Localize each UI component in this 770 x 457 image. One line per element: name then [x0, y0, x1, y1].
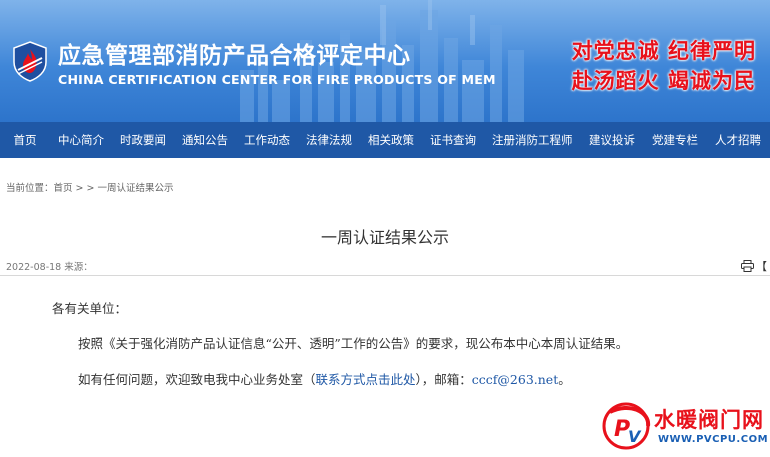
nav-item-party[interactable]: 党建专栏: [644, 122, 706, 158]
print-label: 【: [756, 260, 767, 273]
watermark-text: 水暖阀门网: [654, 408, 764, 432]
slogan-line-1: 对党忠诚 纪律严明: [571, 39, 756, 63]
nav-item-certificate-query[interactable]: 证书查询: [422, 122, 484, 158]
nav-item-news[interactable]: 时政要闻: [112, 122, 174, 158]
nav-item-laws[interactable]: 法律法规: [298, 122, 360, 158]
email-link[interactable]: cccf@263.net: [472, 372, 558, 387]
salutation: 各有关单位：: [52, 301, 128, 316]
watermark: P V 水暖阀门网 WWW.PVCPU.COM: [600, 398, 770, 457]
nav-item-recruitment[interactable]: 人才招聘: [706, 122, 770, 158]
article-paragraph-2: 如有任何问题，欢迎致电我中心业务处室（联系方式点击此处），邮箱：cccf@263…: [78, 369, 571, 388]
svg-text:V: V: [628, 427, 642, 446]
article-meta-bar: 2022-08-18 来源： 【: [0, 256, 770, 276]
watermark-url: WWW.PVCPU.COM: [658, 434, 769, 445]
para2-prefix: 如有任何问题，欢迎致电我中心业务处室（: [78, 372, 316, 387]
nav-item-policies[interactable]: 相关政策: [360, 122, 422, 158]
nav-item-complaints[interactable]: 建议投诉: [580, 122, 644, 158]
shield-flame-icon[interactable]: [10, 40, 50, 82]
para2-middle: ），邮箱：: [415, 372, 472, 387]
pv-logo-icon: P V: [602, 402, 651, 450]
page-title: 一周认证结果公示: [320, 228, 449, 247]
article-meta: 2022-08-18 来源：: [6, 262, 93, 273]
site-title-cn: 应急管理部消防产品合格评定中心: [58, 43, 411, 69]
nav-item-notices[interactable]: 通知公告: [174, 122, 236, 158]
breadcrumb[interactable]: 当前位置：首页 > > 一周认证结果公示: [6, 180, 173, 194]
contact-link[interactable]: 联系方式点击此处: [316, 372, 416, 387]
slogan-line-2: 赴汤蹈火 竭诚为民: [571, 69, 756, 93]
article-paragraph-1: 按照《关于强化消防产品认证信息“公开、透明”工作的公告》的要求，现公布本中心本周…: [78, 336, 629, 351]
nav-item-updates[interactable]: 工作动态: [236, 122, 298, 158]
printer-icon: [741, 260, 754, 272]
nav-item-fire-engineer[interactable]: 注册消防工程师: [484, 122, 580, 158]
site-title-en: CHINA CERTIFICATION CENTER FOR FIRE PROD…: [58, 72, 496, 87]
para2-suffix: 。: [558, 372, 571, 387]
nav-item-about[interactable]: 中心简介: [50, 122, 112, 158]
nav-item-home[interactable]: 首页: [0, 122, 50, 158]
header-banner: 应急管理部消防产品合格评定中心 CHINA CERTIFICATION CENT…: [0, 0, 770, 122]
main-nav: 首页 中心简介 时政要闻 通知公告 工作动态 法律法规 相关政策 证书查询 注册…: [0, 122, 770, 158]
print-button[interactable]: 【: [741, 258, 767, 274]
